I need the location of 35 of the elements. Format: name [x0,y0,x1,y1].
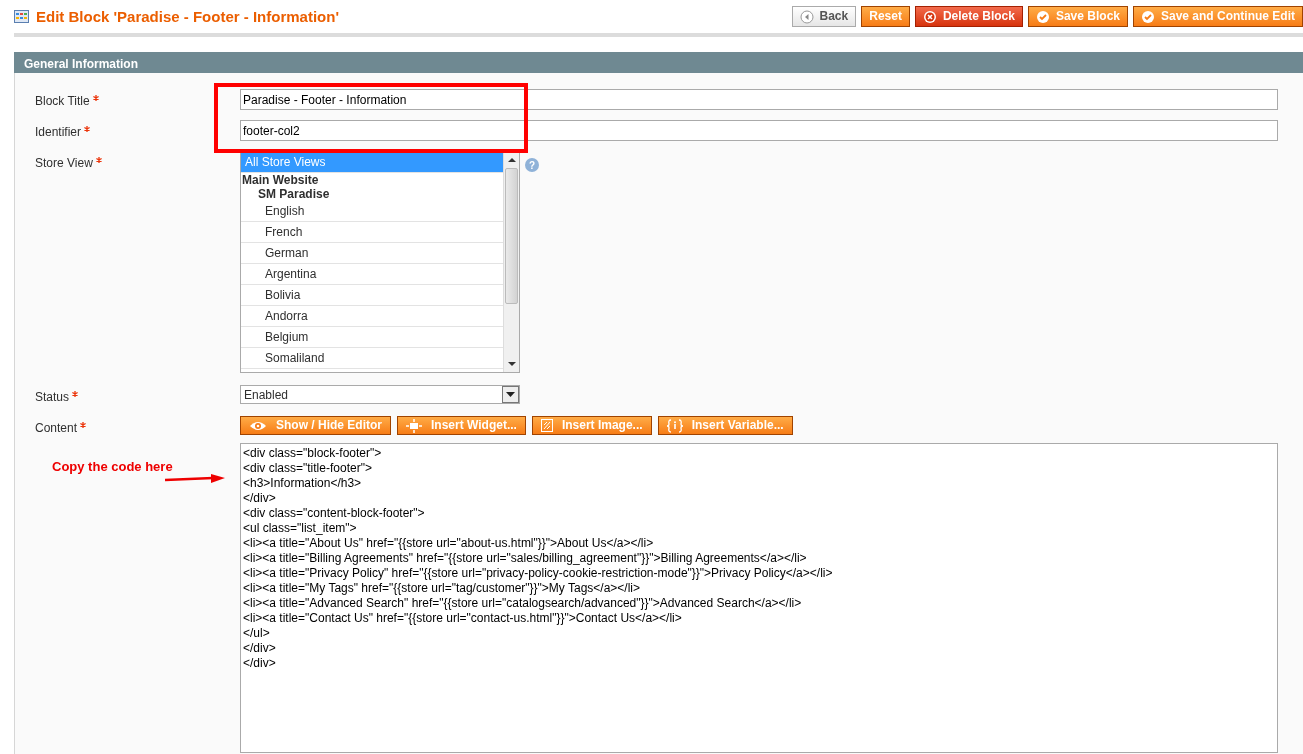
check-circle-icon [1035,9,1050,24]
scrollbar[interactable] [503,152,519,372]
text-field[interactable]: Paradise - Footer - Information [240,89,1278,110]
status-dropdown[interactable]: Enabled [240,385,520,404]
field-label: Content [34,420,79,437]
list-option[interactable]: Andorra [241,306,503,327]
list-option[interactable]: Somaliland [241,348,503,369]
field-label: Identifier [34,124,83,141]
cross-circle-icon [922,9,937,24]
list-option[interactable]: Argentina [241,264,503,285]
option-group-label: Main Website [241,173,320,187]
section-header: General Information [14,52,1303,73]
pointer-arrow [165,474,225,484]
option-group-label: SM Paradise [257,187,331,201]
eye-icon [249,419,267,432]
annotation-text: Copy the code here [52,458,173,476]
page-title: Edit Block 'Paradise - Footer - Information' [36,7,339,26]
list-option[interactable]: Belgium [241,327,503,348]
field-label: Block Title [34,93,91,110]
list-option[interactable]: German [241,243,503,264]
check-circle-icon [1141,9,1155,24]
store-view-listbox[interactable]: All Store Views Main Website SM Paradise English French German Argentina Bolivia Andorra Belgium Somaliland [240,151,520,373]
widget-icon [406,418,422,433]
list-option[interactable]: French [241,222,503,243]
braces-icon [666,418,683,433]
text-field[interactable]: footer-col2 [240,120,1278,141]
list-option[interactable]: English [241,201,503,222]
field-label: Status [34,389,71,406]
field-label: Store View [34,155,94,172]
code-editor[interactable]: <div class="block-footer"> <div class="title-footer"> <h3>Information</h3> </div> <div class="content-block-footer"> <ul class="list_item"> <li><a title="About Us" href="{{store url="about-us.html"}}">About Us</a></li> <li><a title="Billing Agreements" href="{{store url="sales/billing_agreement"}}">Billing Agreements</a></li> <li><a title="Privacy Policy" href="{{store url="privacy-policy-cookie-restriction-mode"}}">Privacy Policy</a></li> <li><a title="My Tags" href="{{store url="tag/customer"}}">My Tags</a></li> <li><a title="Advanced Search" href="{{store url="catalogsearch/advanced"}}">Advanced Search</a></li> <li><a title="Contact Us" href="{{store url="contact-us.html"}}">Contact Us</a></li> </ul> </div> </div> [240,443,1278,753]
delete-button[interactable]: Delete Block [914,6,1023,27]
back-button[interactable]: Back [791,6,857,27]
grid-icon [14,10,29,23]
list-option[interactable]: Bolivia [241,285,503,306]
image-icon [540,419,553,432]
